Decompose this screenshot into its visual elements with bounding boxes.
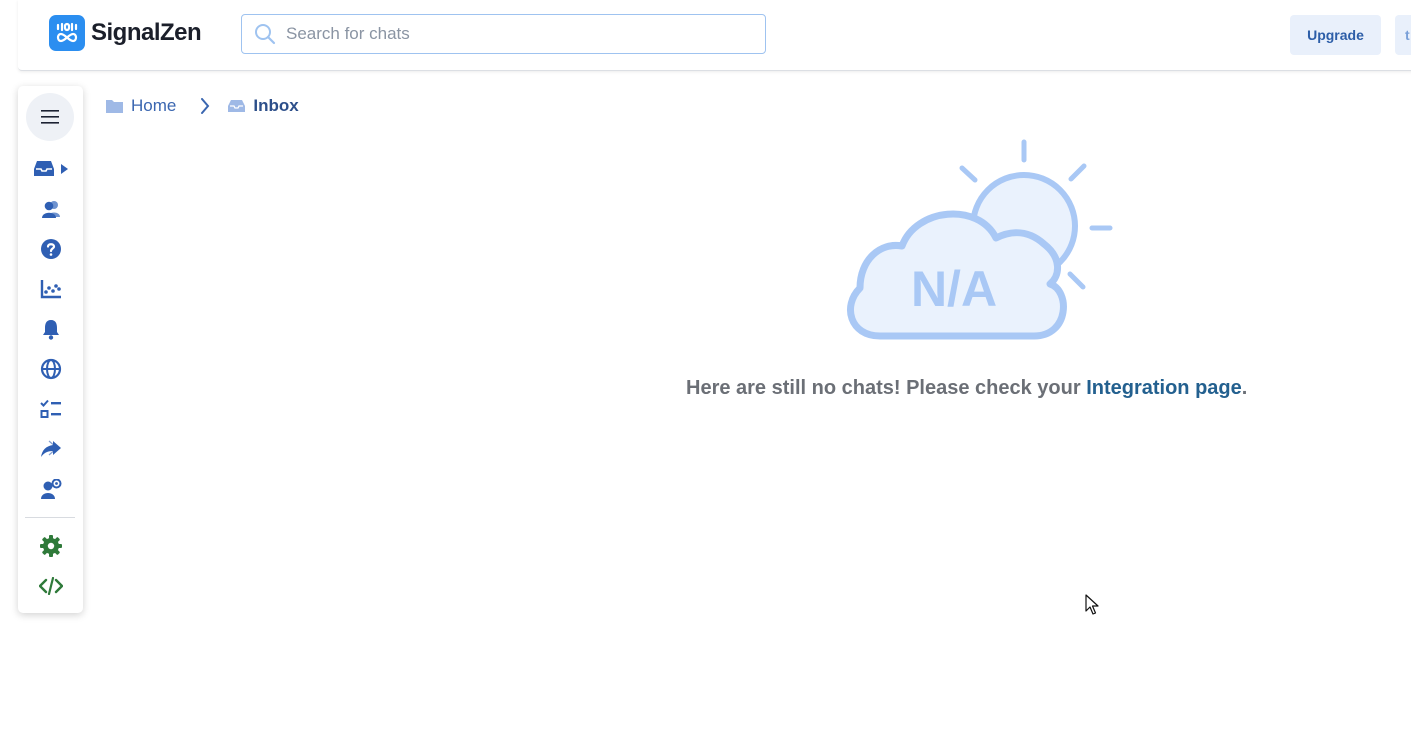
empty-message-suffix: . bbox=[1241, 377, 1248, 399]
caret-right-icon bbox=[60, 164, 68, 174]
app-logo[interactable]: SignalZen bbox=[49, 15, 202, 51]
signalzen-logo-icon bbox=[49, 15, 85, 51]
cloud-sun-icon: N/A bbox=[847, 139, 1113, 340]
app-name: SignalZen bbox=[91, 19, 202, 46]
breadcrumb-current: Inbox bbox=[253, 96, 299, 115]
search-input[interactable] bbox=[284, 23, 748, 45]
inbox-icon bbox=[33, 161, 54, 176]
mouse-cursor bbox=[1085, 594, 1099, 621]
sidebar-item-notifications[interactable] bbox=[18, 314, 83, 344]
integration-page-link[interactable]: Integration page bbox=[1086, 377, 1242, 399]
share-icon bbox=[40, 440, 61, 457]
menu-toggle-button[interactable] bbox=[26, 93, 74, 141]
inbox-small-icon bbox=[228, 100, 246, 112]
sidebar-item-websites[interactable] bbox=[18, 354, 83, 384]
header-extra-button[interactable]: t bbox=[1395, 15, 1411, 55]
breadcrumb: Home Inbox bbox=[106, 96, 299, 116]
search-icon bbox=[255, 24, 276, 45]
hamburger-icon bbox=[41, 110, 59, 124]
user-cog-icon bbox=[40, 479, 61, 499]
sidebar bbox=[18, 86, 83, 613]
sidebar-item-help[interactable] bbox=[18, 234, 83, 264]
question-icon bbox=[40, 239, 61, 259]
upgrade-button[interactable]: Upgrade bbox=[1290, 15, 1381, 55]
sidebar-item-forwarding[interactable] bbox=[18, 434, 83, 464]
sidebar-item-inbox[interactable] bbox=[18, 154, 83, 184]
breadcrumb-home-link[interactable]: Home bbox=[131, 96, 176, 116]
sidebar-item-integration[interactable] bbox=[18, 571, 83, 601]
checklist-icon bbox=[39, 399, 61, 418]
sidebar-divider bbox=[25, 517, 75, 518]
gear-icon bbox=[39, 535, 62, 557]
folder-icon bbox=[106, 100, 123, 113]
empty-state-label: N/A bbox=[911, 261, 997, 317]
users-icon bbox=[41, 201, 60, 218]
sidebar-item-agent-settings[interactable] bbox=[18, 474, 83, 504]
sidebar-item-contacts[interactable] bbox=[18, 194, 83, 224]
sidebar-item-tasks[interactable] bbox=[18, 394, 83, 424]
chat-search[interactable] bbox=[241, 14, 766, 54]
sidebar-item-settings[interactable] bbox=[18, 531, 83, 561]
chart-icon bbox=[40, 280, 61, 299]
pointer-icon bbox=[1085, 594, 1099, 615]
bell-icon bbox=[42, 320, 59, 340]
empty-state-message: Here are still no chats! Please check yo… bbox=[686, 377, 1247, 400]
top-bar: SignalZen Upgrade t bbox=[18, 0, 1411, 71]
empty-state-illustration: N/A bbox=[838, 138, 1118, 353]
globe-icon bbox=[40, 358, 61, 380]
chevron-right-icon bbox=[201, 98, 210, 114]
code-icon bbox=[38, 577, 63, 595]
sidebar-item-analytics[interactable] bbox=[18, 274, 83, 304]
empty-message-text: Here are still no chats! Please check yo… bbox=[686, 377, 1087, 399]
